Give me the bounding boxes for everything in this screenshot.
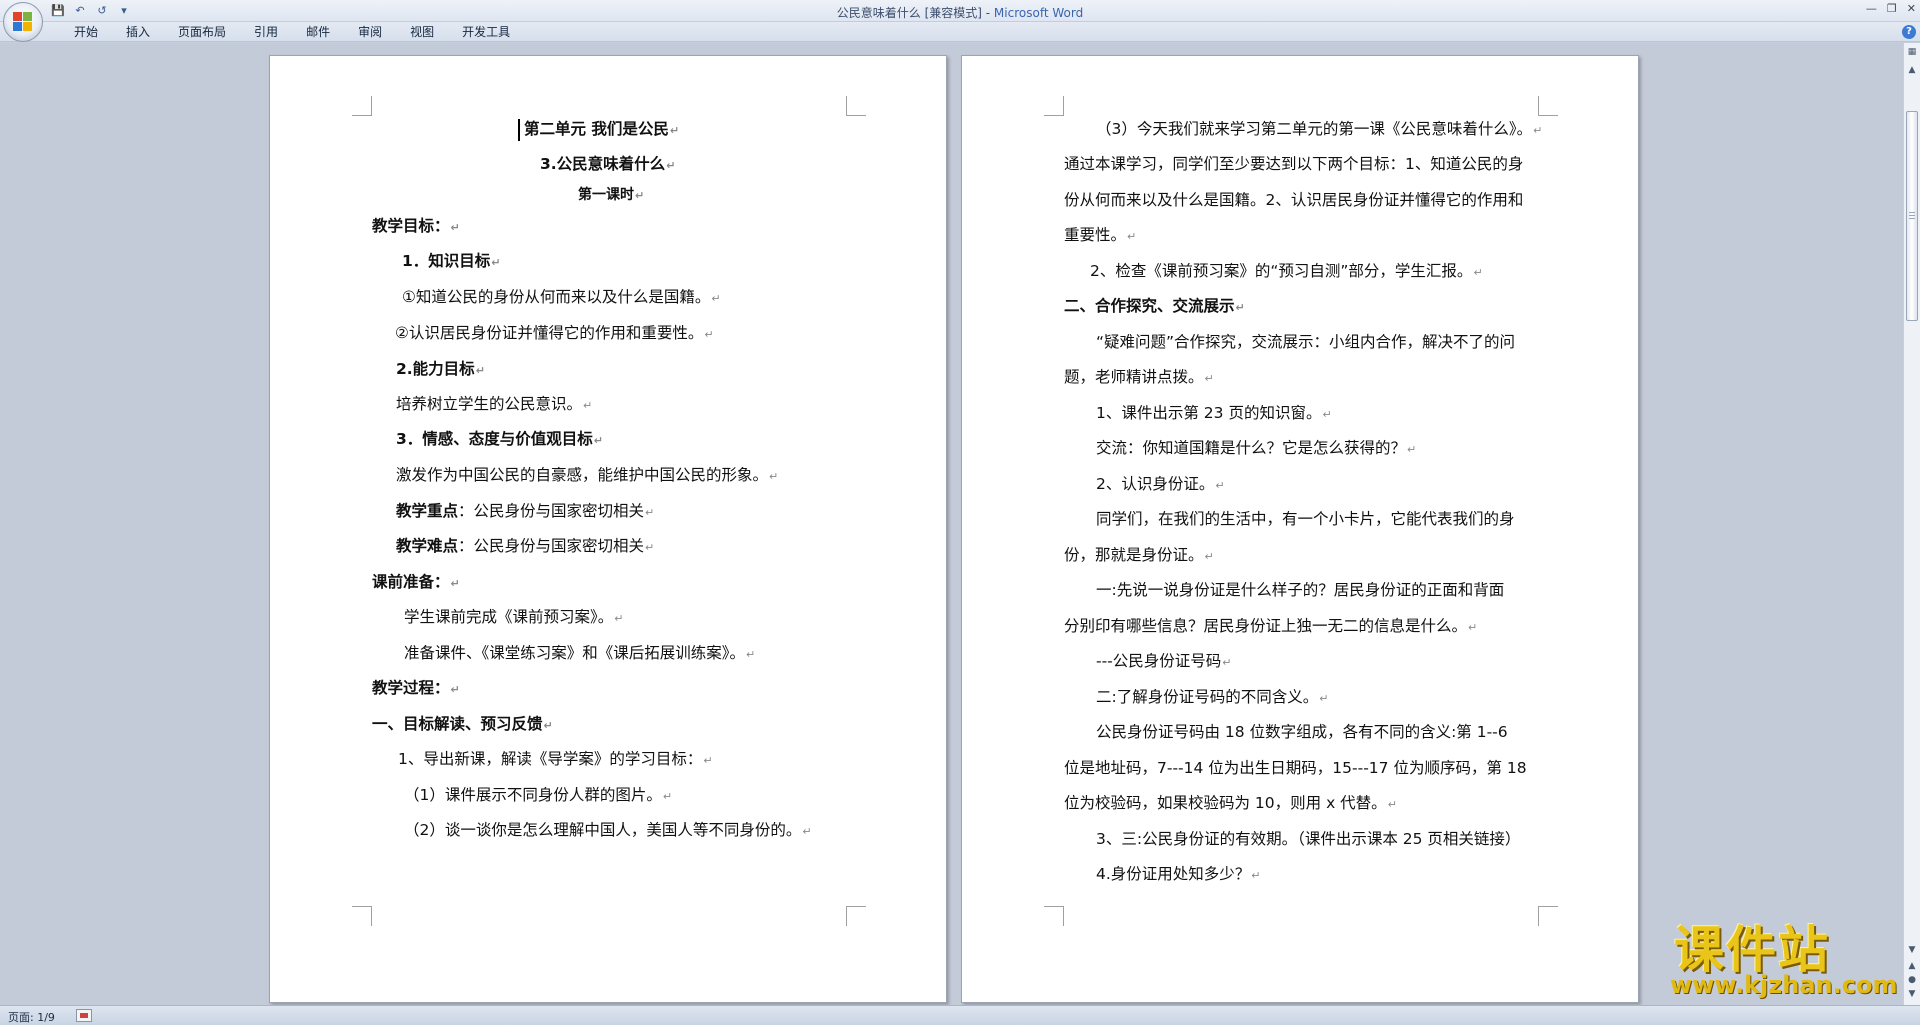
paragraph-line: 一:先说一说身份证是什么样子的？居民身份证的正面和背面 xyxy=(1096,581,1505,599)
paragraph-line: 重要性。↵ xyxy=(1064,226,1137,244)
process-step: （2）谈一谈你是怎么理解中国人，美国人等不同身份的。↵ xyxy=(404,821,812,839)
paragraph-line: 4.身份证用处知多少？↵ xyxy=(1096,865,1261,883)
knowledge-heading: 1．知识目标↵ xyxy=(402,252,501,270)
document-page-2[interactable]: （3）今天我们就来学习第二单元的第一课《公民意味着什么》。↵ 通过本课学习，同学… xyxy=(961,55,1639,1003)
process-heading: 教学过程：↵ xyxy=(372,679,460,697)
document-area[interactable]: 第二单元 我们是公民↵ 3.公民意味着什么↵ 第一课时↵ 教学目标：↵ 1．知识… xyxy=(0,43,1903,1005)
lesson-title: 3.公民意味着什么↵ xyxy=(540,155,676,173)
paragraph-line: 通过本课学习，同学们至少要达到以下两个目标：1、知道公民的身 xyxy=(1064,155,1524,173)
tab-page-layout[interactable]: 页面布局 xyxy=(164,25,240,39)
tab-developer[interactable]: 开发工具 xyxy=(448,25,524,39)
paragraph-line: 份从何而来以及什么是国籍。2、认识居民身份证并懂得它的作用和 xyxy=(1064,191,1524,209)
next-page-icon[interactable]: ▼ xyxy=(1905,987,1919,1001)
paragraph-line: 同学们，在我们的生活中，有一个小卡片，它能代表我们的身 xyxy=(1096,510,1515,528)
margin-corner-mark xyxy=(1044,906,1064,926)
paragraph-line: “疑难问题”合作探究，交流展示：小组内合作，解决不了的问 xyxy=(1096,333,1516,351)
knowledge-item: ②认识居民身份证并懂得它的作用和重要性。↵ xyxy=(395,324,714,342)
paragraph-line: 1、课件出示第 23 页的知识窗。↵ xyxy=(1096,404,1332,422)
unit-title: 第二单元 我们是公民↵ xyxy=(518,119,679,141)
minimize-icon[interactable]: — xyxy=(1866,2,1877,15)
paragraph-line: 位是地址码，7---14 位为出生日期码，15---17 位为顺序码，第 18 xyxy=(1064,759,1527,777)
paragraph-line: 位为校验码，如果校验码为 10，则用 x 代替。↵ xyxy=(1064,794,1397,812)
status-bar: 页面: 1/9 xyxy=(0,1005,1920,1025)
paragraph-line: 公民身份证号码由 18 位数字组成，各有不同的含义:第 1--6 xyxy=(1096,723,1508,741)
paragraph-line: 2、检查《课前预习案》的“预习自测”部分，学生汇报。↵ xyxy=(1090,262,1483,280)
teaching-key-point: 教学重点：公民身份与国家密切相关↵ xyxy=(396,502,655,520)
section-heading: 一、目标解读、预习反馈↵ xyxy=(372,715,553,733)
document-page-1[interactable]: 第二单元 我们是公民↵ 3.公民意味着什么↵ 第一课时↵ 教学目标：↵ 1．知识… xyxy=(269,55,947,1003)
scrollbar-thumb[interactable] xyxy=(1906,111,1918,321)
paragraph-line: 2、认识身份证。↵ xyxy=(1096,475,1225,493)
lesson-period: 第一课时↵ xyxy=(578,187,645,203)
close-icon[interactable]: ✕ xyxy=(1907,2,1916,15)
app-name: Microsoft Word xyxy=(993,6,1084,20)
scroll-up-icon[interactable]: ▲ xyxy=(1905,63,1919,77)
paragraph-line: （3）今天我们就来学习第二单元的第一课《公民意味着什么》。↵ xyxy=(1096,120,1543,138)
margin-corner-mark xyxy=(352,96,372,116)
window-controls: — ❐ ✕ xyxy=(1866,2,1916,15)
margin-corner-mark xyxy=(1538,906,1558,926)
tab-home[interactable]: 开始 xyxy=(60,25,112,39)
ruler-toggle-icon[interactable]: ▦ xyxy=(1905,45,1919,59)
scroll-down-icon[interactable]: ▼ xyxy=(1905,943,1919,957)
paragraph-line: 3、三:公民身份证的有效期。（课件出示课本 25 页相关链接） xyxy=(1096,830,1521,848)
knowledge-item: ①知道公民的身份从何而来以及什么是国籍。↵ xyxy=(402,288,721,306)
margin-corner-mark xyxy=(1538,96,1558,116)
tab-insert[interactable]: 插入 xyxy=(112,25,164,39)
paragraph-line: 二:了解身份证号码的不同含义。↵ xyxy=(1096,688,1329,706)
previous-page-icon[interactable]: ▲ xyxy=(1905,959,1919,973)
paragraph-line: ---公民身份证号码↵ xyxy=(1096,652,1232,670)
site-watermark-logo: 课件站 www.kjzhan.com xyxy=(1664,922,1898,1000)
watermark-url: www.kjzhan.com xyxy=(1670,971,1898,999)
teaching-difficulty: 教学难点：公民身份与国家密切相关↵ xyxy=(396,537,655,555)
prep-item: 学生课前完成《课前预习案》。↵ xyxy=(404,608,624,626)
tab-mailings[interactable]: 邮件 xyxy=(292,25,344,39)
browse-object-icon[interactable]: ● xyxy=(1905,973,1919,987)
margin-corner-mark xyxy=(846,906,866,926)
prep-item: 准备课件、《课堂练习案》和《课后拓展训练案》。↵ xyxy=(404,644,756,662)
process-step: （1）课件展示不同身份人群的图片。↵ xyxy=(404,786,673,804)
vertical-scrollbar[interactable]: ▦ ▲ ▼ ▲ ● ▼ xyxy=(1903,43,1920,1005)
margin-corner-mark xyxy=(846,96,866,116)
tab-references[interactable]: 引用 xyxy=(240,25,292,39)
office-button[interactable] xyxy=(3,2,43,42)
tab-review[interactable]: 审阅 xyxy=(344,25,396,39)
title-bar: 💾 ↶ ↺ ▾ 公民意味着什么 [兼容模式] - Microsoft Word … xyxy=(0,0,1920,22)
document-title: 公民意味着什么 [兼容模式] - xyxy=(836,6,994,20)
process-step: 1、导出新课，解读《导学案》的学习目标：↵ xyxy=(398,750,713,768)
ribbon-tabs: 开始 插入 页面布局 引用 邮件 审阅 视图 开发工具 xyxy=(60,25,524,39)
margin-corner-mark xyxy=(1044,96,1064,116)
ability-heading: 2.能力目标↵ xyxy=(396,360,485,378)
tab-view[interactable]: 视图 xyxy=(396,25,448,39)
page-counter[interactable]: 页面: 1/9 xyxy=(8,1009,55,1025)
ability-text: 培养树立学生的公民意识。↵ xyxy=(396,395,593,413)
emotion-heading: 3．情感、态度与价值观目标↵ xyxy=(396,430,604,448)
goals-heading: 教学目标：↵ xyxy=(372,217,460,235)
section-heading: 二、合作探究、交流展示↵ xyxy=(1064,297,1245,315)
office-logo-icon xyxy=(13,12,33,32)
paragraph-line: 份，那就是身份证。↵ xyxy=(1064,546,1214,564)
ribbon-tabs-bar: 开始 插入 页面布局 引用 邮件 审阅 视图 开发工具 ? xyxy=(0,22,1920,42)
paragraph-line: 分别印有哪些信息？居民身份证上独一无二的信息是什么。↵ xyxy=(1064,617,1478,635)
emotion-text: 激发作为中国公民的自豪感，能维护中国公民的形象。↵ xyxy=(396,466,779,484)
proofing-icon[interactable] xyxy=(76,1009,92,1022)
prep-heading: 课前准备：↵ xyxy=(372,573,460,591)
margin-corner-mark xyxy=(352,906,372,926)
help-icon[interactable]: ? xyxy=(1902,25,1916,39)
paragraph-line: 交流：你知道国籍是什么？它是怎么获得的？↵ xyxy=(1096,439,1417,457)
restore-icon[interactable]: ❐ xyxy=(1887,2,1897,15)
paragraph-line: 题，老师精讲点拨。↵ xyxy=(1064,368,1214,386)
window-title: 公民意味着什么 [兼容模式] - Microsoft Word xyxy=(0,4,1920,21)
